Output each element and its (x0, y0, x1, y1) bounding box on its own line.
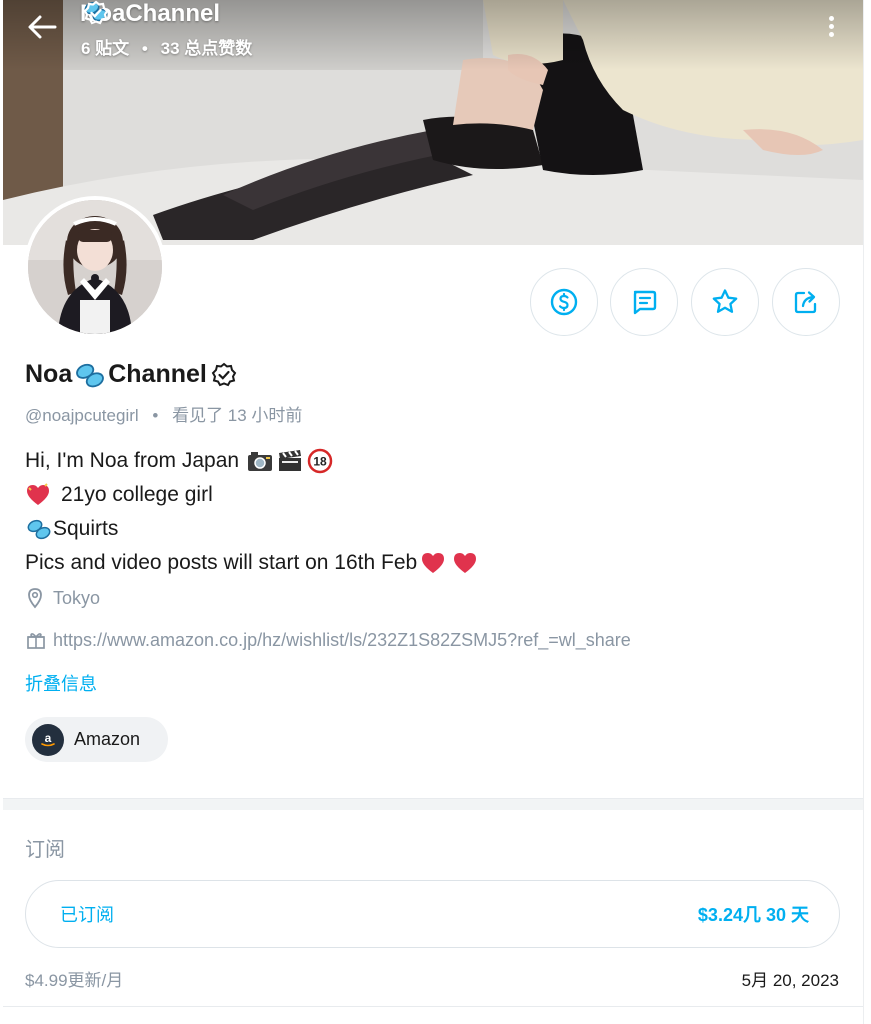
profile-name-part1: Noa (25, 360, 73, 388)
header-stats: 6 贴文 • 33 总点赞数 (81, 34, 252, 59)
subscription-button[interactable]: 已订阅 $3.24几 30 天 (25, 880, 840, 948)
gift-icon (27, 633, 45, 649)
arrow-left-icon (28, 15, 57, 39)
location-pin-icon (28, 588, 42, 609)
bio-text: Pics and video posts will start on 16th … (25, 551, 418, 574)
kebab-menu-icon (821, 14, 841, 37)
profile-handle-row: @noajpcutegirl • 看见了 13 小时前 (25, 401, 302, 426)
subscription-section-title: 订阅 (25, 839, 65, 861)
bio-line: Hi, I'm Noa from Japan 18 (25, 444, 479, 478)
profile-page: Noa Channel 6 贴文 • 33 总点赞数 (3, 0, 863, 1024)
back-button[interactable] (25, 12, 59, 42)
section-divider (3, 798, 863, 810)
profile-name: Noa Channel (25, 360, 237, 389)
bio-text: Hi, I'm Noa from Japan (25, 449, 240, 472)
amazon-label: Amazon (74, 729, 141, 749)
stats-separator: • (141, 39, 148, 58)
last-seen: 看见了 13 小时前 (172, 406, 303, 425)
amazon-link-chip[interactable]: a Amazon (25, 717, 168, 762)
subscription-date: 5月 20, 2023 (741, 971, 839, 990)
wishlist-link[interactable]: https://www.amazon.co.jp/hz/wishlist/ls/… (53, 630, 631, 651)
location-row: Tokyo (25, 587, 100, 609)
avatar[interactable] (24, 196, 166, 338)
share-icon (794, 291, 817, 314)
bio-line: Squirts (25, 512, 479, 546)
avatar-image (28, 200, 162, 334)
handle-separator: • (152, 406, 159, 425)
svg-text:18: 18 (313, 455, 327, 469)
favorite-button[interactable] (691, 268, 759, 336)
bio-text: Squirts (53, 517, 119, 540)
tip-button[interactable] (530, 268, 598, 336)
profile-bio: Hi, I'm Noa from Japan 18 21yo college g… (25, 444, 479, 580)
message-button[interactable] (610, 268, 678, 336)
droplets-emoji-icon (27, 519, 51, 540)
star-icon (712, 289, 738, 313)
heart-emoji-icon (454, 553, 477, 573)
droplets-emoji-icon (76, 363, 105, 387)
subscription-status: 已订阅 (60, 905, 114, 925)
bottom-divider (3, 1006, 863, 1007)
profile-handle: @noajpcutegirl (25, 406, 139, 425)
verified-check-icon (83, 0, 109, 25)
verified-check-icon (211, 362, 237, 386)
more-options-button[interactable] (821, 14, 841, 40)
sparkling-heart-emoji-icon (27, 483, 49, 505)
heart-emoji-icon (422, 553, 445, 573)
share-button[interactable] (772, 268, 840, 336)
bio-text: 21yo college girl (61, 483, 213, 506)
dollar-circle-icon (550, 288, 578, 316)
no-under-18-emoji-icon: 18 (307, 448, 333, 474)
location-text: Tokyo (53, 587, 101, 608)
renew-price: $4.99更新/月 (25, 971, 124, 990)
amazon-icon: a (32, 723, 64, 756)
profile-name-part2: Channel (108, 360, 207, 388)
avatar-photo (28, 200, 162, 334)
camera-emoji-icon (248, 452, 273, 471)
svg-text:a: a (45, 731, 52, 745)
posts-count: 6 贴文 (81, 39, 130, 58)
bio-line: 21yo college girl (25, 478, 479, 512)
collapse-info-link[interactable]: 折叠信息 (25, 670, 97, 696)
bio-line: Pics and video posts will start on 16th … (25, 546, 479, 580)
clapper-board-emoji-icon (279, 450, 302, 471)
header-name-part2: Channel (125, 0, 221, 27)
wishlist-row: https://www.amazon.co.jp/hz/wishlist/ls/… (25, 629, 631, 651)
page-edge (863, 0, 864, 1024)
message-icon (633, 290, 657, 315)
header-title: Noa Channel (80, 0, 220, 28)
likes-count: 33 总点赞数 (160, 39, 253, 58)
subscription-price: $3.24几 30 天 (697, 905, 809, 925)
